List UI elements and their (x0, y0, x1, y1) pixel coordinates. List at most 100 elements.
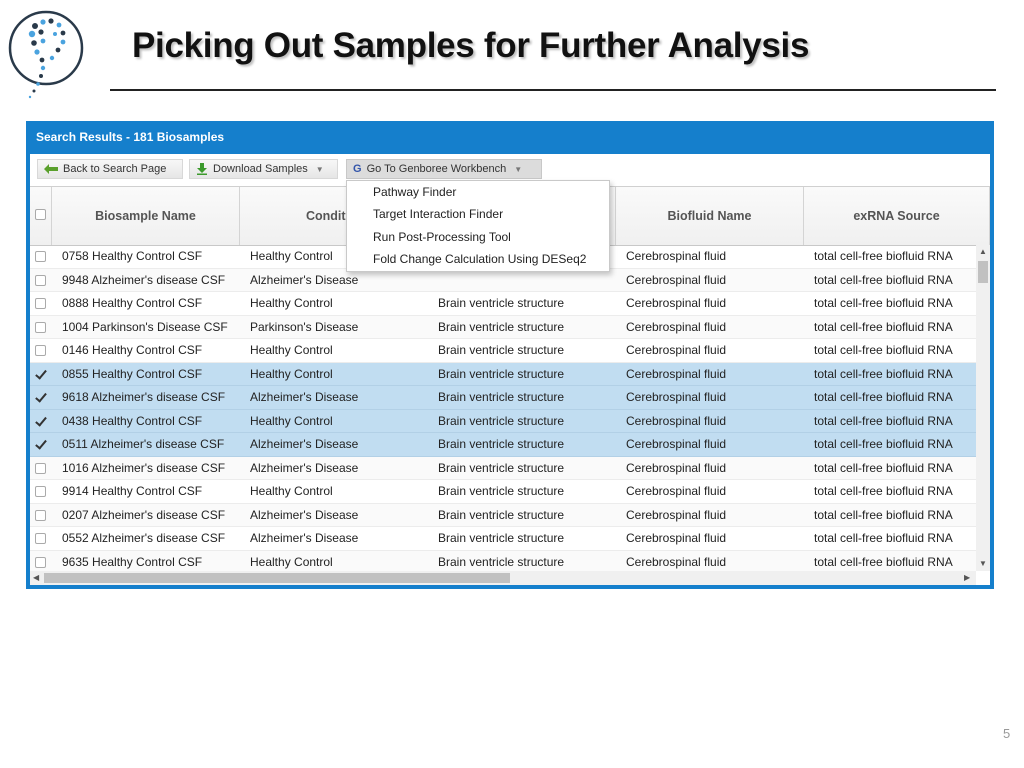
cell-exrna-source: total cell-free biofluid RNA (814, 343, 953, 357)
row-checkbox[interactable] (35, 556, 46, 568)
table-row[interactable]: 9948 Alzheimer's disease CSF Alzheimer's … (30, 268, 976, 292)
cell-biosample-name: 1004 Parkinson's Disease CSF (62, 319, 228, 334)
scroll-up-icon[interactable]: ▲ (979, 247, 987, 256)
cell-biosample-name: 1016 Alzheimer's disease CSF (62, 460, 226, 475)
table-row[interactable]: 0888 Healthy Control CSF Healthy Control B… (30, 292, 976, 316)
table-row[interactable]: 0207 Alzheimer's disease CSF Alzheimer's … (30, 503, 976, 527)
table-row[interactable]: 9635 Healthy Control CSF Healthy Control B… (30, 550, 976, 571)
download-arrow-icon (196, 163, 208, 175)
cell-biofluid-name: Cerebrospinal fluid (626, 554, 727, 569)
cell-biofluid-name: Cerebrospinal fluid (626, 390, 727, 404)
row-checkbox-checked[interactable] (35, 392, 46, 403)
arrow-left-icon (44, 164, 58, 174)
genboree-g-icon: G (353, 163, 362, 175)
back-to-search-label: Back to Search Page (63, 163, 167, 175)
horizontal-scrollbar[interactable]: ◀ ▶ (30, 571, 976, 585)
row-checkbox[interactable] (35, 462, 46, 474)
cell-anatomical-location: Brain ventricle structure (438, 437, 565, 451)
table-row[interactable]: 0855 Healthy Control CSF Healthy Control B… (30, 362, 976, 386)
cell-biofluid-name: Cerebrospinal fluid (626, 272, 727, 287)
table-row[interactable]: 1016 Alzheimer's disease CSF Alzheimer's … (30, 456, 976, 480)
menu-item-target-interaction-finder[interactable]: Target Interaction Finder (347, 203, 609, 225)
scroll-left-icon[interactable]: ◀ (33, 573, 39, 582)
cell-biosample-name: 9635 Healthy Control CSF (62, 554, 203, 569)
grid-rows: 0758 Healthy Control CSF Healthy Control C… (30, 245, 976, 571)
row-checkbox[interactable] (35, 274, 46, 286)
cell-exrna-source: total cell-free biofluid RNA (814, 249, 953, 263)
table-row[interactable]: 9618 Alzheimer's disease CSF Alzheimer's … (30, 386, 976, 410)
cell-biosample-name: 0438 Healthy Control CSF (62, 413, 203, 428)
download-samples-label: Download Samples (213, 163, 308, 175)
exrna-logo (8, 10, 84, 99)
cell-anatomical-location: Brain ventricle structure (438, 296, 565, 310)
col-header-exrna-source[interactable]: exRNA Source (804, 187, 990, 245)
row-checkbox[interactable] (35, 345, 46, 356)
genboree-workbench-button[interactable]: G Go To Genboree Workbench ▼ (346, 159, 542, 179)
row-checkbox-checked[interactable] (35, 369, 46, 380)
scroll-right-icon[interactable]: ▶ (964, 573, 970, 582)
cell-condition: Parkinson's Disease (250, 319, 359, 334)
table-row[interactable]: 1004 Parkinson's Disease CSF Parkinson's … (30, 315, 976, 339)
page-number: 5 (1003, 726, 1011, 741)
title-divider (110, 89, 996, 91)
row-checkbox[interactable] (35, 251, 46, 262)
table-row[interactable]: 0511 Alzheimer's disease CSF Alzheimer's … (30, 433, 976, 457)
horizontal-scroll-thumb[interactable] (44, 573, 510, 583)
slide-title: Picking Out Samples for Further Analysis (132, 26, 810, 65)
scroll-down-icon[interactable]: ▼ (979, 559, 987, 568)
cell-biofluid-name: Cerebrospinal fluid (626, 343, 727, 357)
cell-anatomical-location: Brain ventricle structure (438, 390, 565, 404)
cell-anatomical-location: Brain ventricle structure (438, 554, 565, 569)
menu-item-post-processing-tool[interactable]: Run Post-Processing Tool (347, 226, 609, 248)
cell-exrna-source: total cell-free biofluid RNA (814, 319, 953, 334)
menu-item-fold-change-deseq2[interactable]: Fold Change Calculation Using DESeq2 (347, 248, 609, 270)
cell-anatomical-location: Brain ventricle structure (438, 460, 565, 475)
panel-title: Search Results - 181 Biosamples (36, 130, 225, 144)
table-row[interactable]: 0146 Healthy Control CSF Healthy Control B… (30, 339, 976, 363)
cell-condition: Healthy Control (250, 296, 333, 310)
menu-item-pathway-finder[interactable]: Pathway Finder (347, 181, 609, 203)
cell-biosample-name: 0758 Healthy Control CSF (62, 249, 203, 263)
cell-condition: Healthy Control (250, 249, 333, 263)
cell-biosample-name: 0552 Alzheimer's disease CSF (62, 531, 226, 545)
row-checkbox[interactable] (35, 321, 46, 333)
row-checkbox[interactable] (35, 533, 46, 544)
cell-condition: Healthy Control (250, 343, 333, 357)
cell-exrna-source: total cell-free biofluid RNA (814, 272, 953, 287)
row-checkbox-checked[interactable] (35, 416, 46, 427)
table-row[interactable]: 0552 Alzheimer's disease CSF Alzheimer's … (30, 527, 976, 551)
cell-biosample-name: 0855 Healthy Control CSF (62, 366, 203, 381)
col-header-biosample-name[interactable]: Biosample Name (52, 187, 240, 245)
cell-exrna-source: total cell-free biofluid RNA (814, 437, 953, 451)
select-all-checkbox[interactable] (35, 209, 46, 220)
cell-anatomical-location: Brain ventricle structure (438, 366, 565, 381)
row-checkbox-checked[interactable] (35, 439, 46, 450)
back-to-search-button[interactable]: Back to Search Page (37, 159, 183, 179)
cell-condition: Alzheimer's Disease (250, 460, 359, 475)
row-checkbox[interactable] (35, 509, 46, 521)
col-header-biofluid-name[interactable]: Biofluid Name (616, 187, 804, 245)
vertical-scroll-thumb[interactable] (978, 261, 988, 283)
cell-biofluid-name: Cerebrospinal fluid (626, 460, 727, 475)
cell-biofluid-name: Cerebrospinal fluid (626, 484, 727, 498)
caret-down-icon: ▼ (514, 164, 523, 174)
cell-anatomical-location: Brain ventricle structure (438, 484, 565, 498)
vertical-scrollbar[interactable]: ▲ ▼ (976, 245, 990, 571)
cell-condition: Healthy Control (250, 413, 333, 428)
cell-biosample-name: 0207 Alzheimer's disease CSF (62, 507, 226, 522)
table-row[interactable]: 9914 Healthy Control CSF Healthy Control B… (30, 480, 976, 504)
cell-biosample-name: 0511 Alzheimer's disease CSF (62, 437, 225, 451)
table-row[interactable]: 0438 Healthy Control CSF Healthy Control B… (30, 409, 976, 433)
cell-exrna-source: total cell-free biofluid RNA (814, 460, 953, 475)
cell-exrna-source: total cell-free biofluid RNA (814, 554, 953, 569)
cell-anatomical-location: Brain ventricle structure (438, 413, 565, 428)
cell-condition: Healthy Control (250, 366, 333, 381)
cell-biofluid-name: Cerebrospinal fluid (626, 296, 727, 310)
cell-anatomical-location: Brain ventricle structure (438, 507, 565, 522)
cell-biofluid-name: Cerebrospinal fluid (626, 531, 727, 545)
download-samples-button[interactable]: Download Samples ▼ (189, 159, 338, 179)
row-checkbox[interactable] (35, 486, 46, 497)
cell-biosample-name: 0888 Healthy Control CSF (62, 296, 203, 310)
row-checkbox[interactable] (35, 298, 46, 309)
cell-biofluid-name: Cerebrospinal fluid (626, 437, 727, 451)
